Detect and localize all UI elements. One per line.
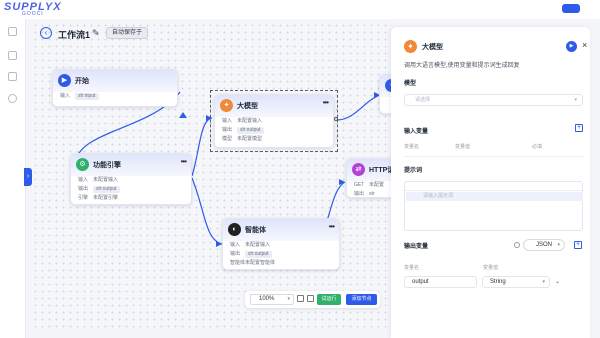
top-bar: SUPPLYX GOOCI — [0, 0, 600, 19]
more-icon[interactable]: ••• — [323, 98, 329, 107]
prompt-placeholder: 请输入提示词 — [406, 192, 583, 201]
node-row: 输出 sh:output — [223, 250, 339, 259]
node-agent[interactable]: ◐ 智能体 ••• 输入 未配置输入 输出 sh:output 智能体未配置智能体 — [222, 218, 340, 270]
chevron-down-icon: ▾ — [287, 296, 290, 302]
col-var-name: 变量名 — [404, 265, 420, 271]
apps-icon[interactable] — [8, 51, 17, 60]
top-right-button[interactable] — [562, 4, 580, 13]
run-node-button[interactable]: ▶ — [566, 41, 577, 52]
edit-icon[interactable]: ✎ — [92, 28, 100, 39]
panel-description: 调用大语言模型,使用变量和提示词生成回复 — [404, 63, 520, 69]
comment-icon[interactable] — [297, 295, 304, 302]
node-function-engine[interactable]: ⚙ 功能引擎 ••• 输入 未配置输入 输出 sh:output 引擎 未配置引擎 — [70, 153, 192, 205]
col-required: 必填 — [532, 144, 543, 150]
output-var-type-select[interactable]: String ▾ — [482, 276, 550, 288]
prompt-textarea[interactable]: 请输入提示词 — [404, 181, 583, 231]
node-row: 模型 未配置模型 — [222, 136, 263, 142]
node-row: 智能体未配置智能体 — [230, 260, 276, 266]
llm-config-panel: ✦ 大模型 ▶ × 调用大语言模型,使用变量和提示词生成回复 模型 请选择 ▾ 输… — [391, 27, 590, 338]
col-var-name: 变量名 — [404, 144, 420, 150]
logo-subtext: GOOCI — [22, 11, 44, 17]
node-row: 输出 sh:output — [71, 185, 191, 194]
col-var-value: 变量值 — [483, 265, 499, 271]
node-start[interactable]: ▶ 开始 输入 sh:input — [52, 69, 178, 107]
http-icon: ⇄ — [352, 163, 365, 176]
add-input-var-button[interactable]: + — [575, 124, 583, 132]
col-var-value: 变量值 — [455, 144, 471, 150]
panel-title: 大模型 — [422, 44, 443, 51]
llm-icon: ✦ — [404, 40, 417, 53]
node-title: 智能体 — [245, 227, 266, 234]
node-row: 输入 sh:input — [53, 92, 177, 101]
play-icon: ▶ — [58, 74, 71, 87]
output-vars-label: 输出变量 — [404, 244, 429, 250]
home-icon[interactable] — [8, 27, 17, 36]
node-row: 引擎 未配置引擎 — [78, 195, 119, 201]
node-title: 大模型 — [237, 103, 258, 110]
model-select[interactable]: 请选择 ▾ — [404, 94, 583, 106]
left-sidebar — [0, 19, 26, 338]
prompt-label: 提示词 — [404, 168, 423, 174]
close-icon[interactable]: × — [582, 40, 587, 50]
chevron-left-icon: ‹ — [44, 28, 48, 37]
output-var-type-value: String — [490, 279, 506, 285]
sidebar-expand-toggle[interactable]: › — [24, 168, 32, 186]
app-logo[interactable]: SUPPLYX GOOCI — [4, 1, 70, 18]
prompt-toolbar — [405, 182, 582, 191]
palette-icon[interactable] — [8, 94, 17, 103]
node-row: 输入 未配置输入 — [230, 242, 271, 248]
more-icon[interactable]: ••• — [329, 222, 335, 231]
model-placeholder: 请选择 — [415, 97, 431, 103]
document-icon[interactable] — [8, 72, 17, 81]
divider — [404, 156, 583, 157]
workflow-title: 工作流1 — [58, 30, 91, 40]
chevron-down-icon: ▾ — [574, 97, 577, 103]
add-node-button[interactable]: 添加节点 — [346, 294, 377, 305]
zoom-value: 100% — [259, 296, 275, 302]
zoom-select[interactable]: 100% ▾ — [250, 294, 294, 305]
back-button[interactable]: ‹ — [40, 27, 52, 39]
agent-icon: ◐ — [228, 223, 241, 236]
node-row: 输出 sh:output — [215, 126, 333, 135]
bottom-toolbar: 100% ▾ 试运行 添加节点 — [245, 291, 380, 308]
input-vars-label: 输入变量 — [404, 129, 429, 135]
add-output-var-button[interactable]: + — [574, 241, 582, 249]
output-format-value: JSON — [536, 242, 553, 248]
node-header: ✦ 大模型 ••• — [215, 95, 333, 117]
output-var-name-input[interactable]: output — [404, 276, 477, 288]
chevron-down-icon: ▾ — [557, 242, 560, 248]
more-icon[interactable]: ••• — [181, 157, 187, 166]
test-run-button[interactable]: 试运行 — [317, 294, 341, 305]
output-port[interactable] — [334, 117, 338, 121]
node-header: ◐ 智能体 ••• — [223, 219, 339, 241]
autosave-badge: 自动保存于 — [106, 27, 149, 39]
info-icon[interactable] — [514, 242, 520, 248]
node-row: 输入 未配置输入 — [222, 118, 263, 124]
node-title: 功能引擎 — [93, 162, 121, 169]
node-header: ⚙ 功能引擎 ••• — [71, 154, 191, 176]
node-row: 输入 未配置输入 — [78, 177, 119, 183]
chevron-down-icon: ▾ — [542, 279, 545, 285]
expand-chevron-icon[interactable]: ⌄ — [555, 278, 560, 285]
node-llm[interactable]: ✦ 大模型 ••• 输入 未配置输入 输出 sh:output 模型 未配置模型 — [214, 94, 334, 148]
node-header: ▶ 开始 — [53, 70, 177, 92]
engine-icon: ⚙ — [76, 158, 89, 171]
model-label: 模型 — [404, 81, 417, 87]
output-format-select[interactable]: JSON ▾ — [523, 239, 565, 251]
layout-icon[interactable] — [307, 295, 314, 302]
node-title: 开始 — [75, 78, 89, 85]
llm-icon: ✦ — [220, 99, 233, 112]
